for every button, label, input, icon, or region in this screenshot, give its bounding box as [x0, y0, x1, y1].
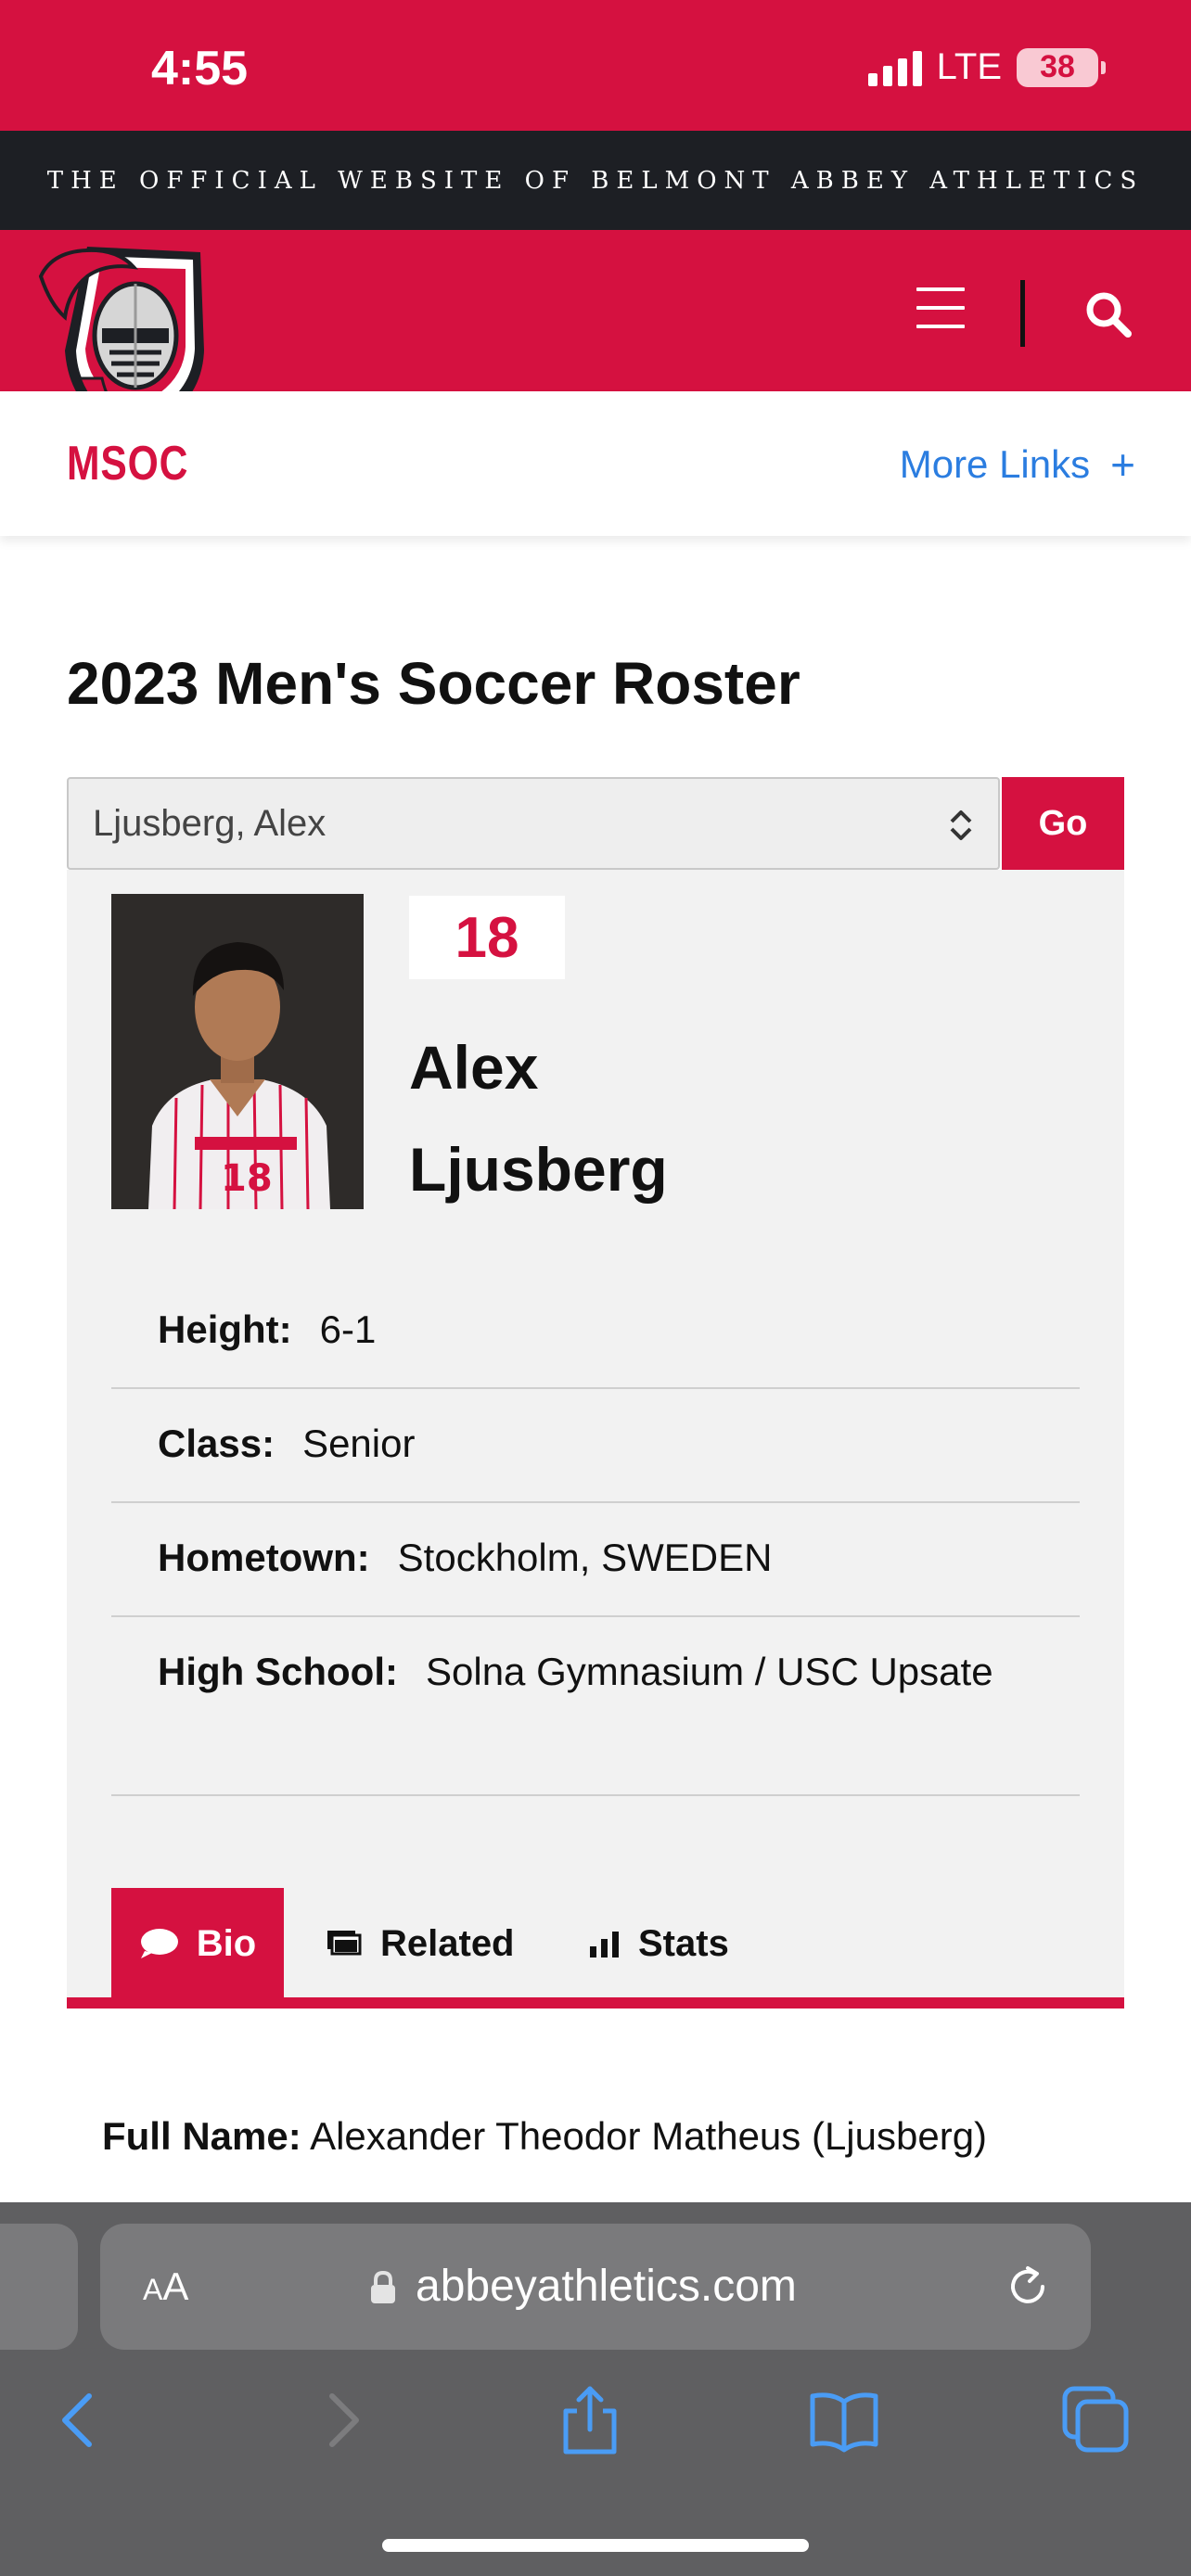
height-value: 6-1	[319, 1307, 377, 1351]
reader-text-size-button[interactable]: AA	[143, 2264, 188, 2309]
class-label: Class:	[158, 1422, 275, 1465]
info-row-class: Class: Senior	[111, 1410, 1080, 1503]
hometown-label: Hometown:	[158, 1536, 370, 1579]
tabs-underline	[67, 1997, 1124, 2009]
go-button[interactable]: Go	[1002, 777, 1124, 870]
player-name: Alex Ljusberg	[409, 1016, 966, 1220]
battery-icon: 38	[1017, 47, 1106, 87]
svg-text:18: 18	[221, 1157, 273, 1200]
tab-stats[interactable]: Stats	[588, 1888, 729, 1999]
player-select-value: Ljusberg, Alex	[93, 802, 327, 844]
forward-icon[interactable]	[302, 2383, 377, 2457]
high-school-value: Solna Gymnasium / USC Upsate	[425, 1650, 993, 1693]
signal-strength-icon	[867, 49, 922, 86]
network-type: LTE	[936, 46, 1002, 87]
full-name-value: Alexander Theodor Matheus (Ljusberg)	[310, 2114, 988, 2158]
page-title: 2023 Men's Soccer Roster	[67, 650, 800, 717]
previous-tab-preview[interactable]	[0, 2224, 78, 2350]
status-time: 4:55	[151, 42, 249, 96]
tab-stats-label: Stats	[638, 1922, 729, 1964]
speech-bubble-icon	[140, 1929, 178, 1958]
tab-related-label: Related	[380, 1922, 515, 1964]
address-bar[interactable]: AA abbeyathletics.com	[100, 2224, 1091, 2350]
height-label: Height:	[158, 1307, 292, 1351]
high-school-label: High School:	[158, 1650, 398, 1693]
official-website-banner: THE OFFICIAL WEBSITE OF BELMONT ABBEY AT…	[0, 131, 1191, 230]
bio-full-name: Full Name: Alexander Theodor Matheus (Lj…	[102, 2103, 1104, 2170]
bar-chart-icon	[590, 1932, 619, 1958]
url-text: abbeyathletics.com	[416, 2262, 797, 2311]
tab-bio[interactable]: Bio	[111, 1888, 284, 1999]
official-website-text: THE OFFICIAL WEBSITE OF BELMONT ABBEY AT…	[46, 166, 1145, 195]
chevron-up-down-icon	[950, 810, 972, 840]
jersey-number-badge: 18	[409, 896, 565, 979]
battery-level: 38	[1040, 49, 1075, 84]
plus-icon: +	[1110, 440, 1135, 489]
info-row-high-school: High School: Solna Gymnasium / USC Upsate	[111, 1639, 1080, 1796]
player-tabs: Bio Related Stats	[67, 1888, 1124, 2009]
search-icon[interactable]	[1082, 287, 1133, 339]
related-cards-icon	[327, 1931, 362, 1956]
info-row-hometown: Hometown: Stockholm, SWEDEN	[111, 1524, 1080, 1617]
bookmarks-icon[interactable]	[807, 2383, 881, 2457]
status-bar: 4:55 LTE 38	[0, 0, 1191, 131]
info-row-height: Height: 6-1	[111, 1296, 1080, 1389]
status-indicators: LTE 38	[867, 46, 1106, 88]
lock-icon	[371, 2270, 395, 2303]
player-last-name: Ljusberg	[409, 1135, 668, 1204]
menu-hamburger-icon[interactable]	[916, 287, 965, 336]
class-value: Senior	[302, 1422, 416, 1465]
back-icon[interactable]	[45, 2383, 119, 2457]
tab-related[interactable]: Related	[327, 1888, 515, 1999]
share-icon[interactable]	[553, 2383, 627, 2457]
tab-bio-label: Bio	[196, 1922, 257, 1964]
tabs-overview-icon[interactable]	[1059, 2383, 1133, 2457]
home-indicator	[382, 2539, 809, 2552]
sport-label[interactable]: MSOC	[67, 436, 188, 491]
player-first-name: Alex	[409, 1033, 539, 1102]
player-select-dropdown[interactable]: Ljusberg, Alex	[67, 777, 1000, 870]
jersey-number: 18	[455, 905, 519, 970]
more-links-button[interactable]: More Links +	[900, 440, 1135, 490]
reload-icon[interactable]	[1002, 2261, 1054, 2313]
player-headshot-photo: 18	[111, 894, 364, 1209]
more-links-label: More Links	[899, 442, 1091, 486]
hometown-value: Stockholm, SWEDEN	[397, 1536, 773, 1579]
full-name-label: Full Name:	[102, 2114, 301, 2158]
header-divider	[1020, 280, 1025, 347]
